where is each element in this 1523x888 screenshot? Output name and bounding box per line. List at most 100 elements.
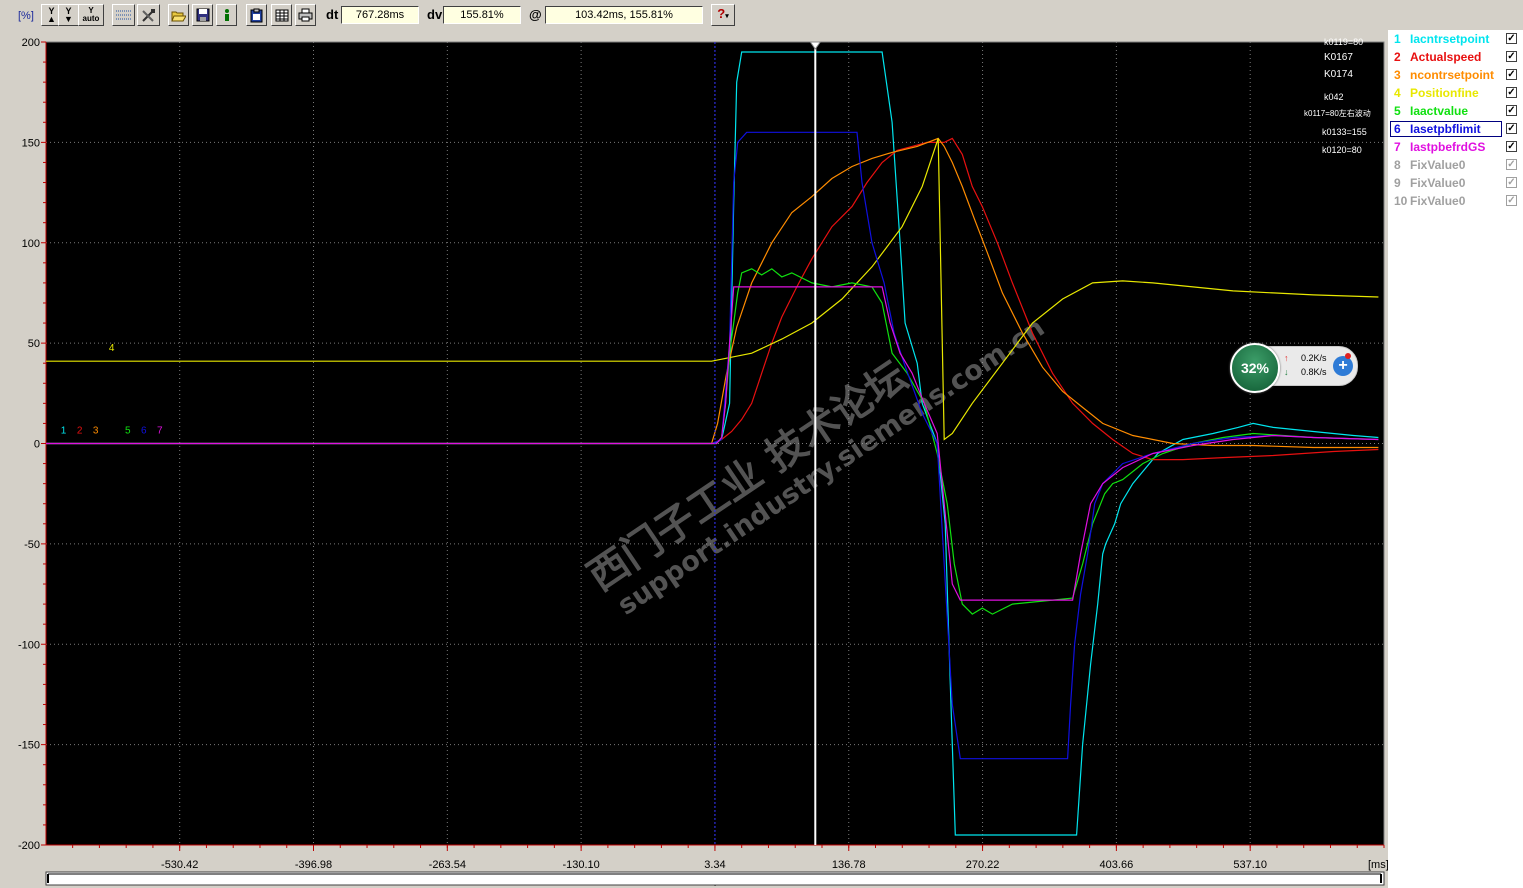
legend-name: FixValue0 xyxy=(1410,176,1466,190)
visibility-checkbox[interactable]: ✓ xyxy=(1506,195,1517,206)
visibility-checkbox[interactable]: ✓ xyxy=(1506,177,1517,188)
grid-button[interactable] xyxy=(112,4,135,26)
legend-label: 1 Iacntrsetpoint xyxy=(1394,32,1489,46)
import-button[interactable] xyxy=(246,4,267,26)
legend-label: 4 Positionfine xyxy=(1394,86,1479,100)
annotation: k0120=80 xyxy=(1322,145,1362,155)
legend-item-fixvalue0[interactable]: 10 FixValue0 ✓ xyxy=(1388,192,1523,210)
visibility-checkbox[interactable]: ✓ xyxy=(1506,69,1517,80)
upload-arrow-icon: ↑ xyxy=(1284,353,1289,363)
series-marker: 2 xyxy=(77,425,83,436)
legend-label: 9 FixValue0 xyxy=(1394,176,1465,190)
network-speed-widget[interactable]: 32% ↑ 0.2K/s ↓ 0.8K/s + xyxy=(1230,343,1358,393)
series-marker: 5 xyxy=(125,425,131,436)
visibility-checkbox[interactable]: ✓ xyxy=(1506,51,1517,62)
legend-number: 7 xyxy=(1394,140,1401,154)
legend-number: 9 xyxy=(1394,176,1401,190)
dv-label: dv xyxy=(427,7,443,22)
clipboard-icon xyxy=(250,8,263,22)
x-tick-label: 3.34 xyxy=(704,859,725,871)
visibility-checkbox[interactable]: ✓ xyxy=(1506,141,1517,152)
plot-area[interactable]: 200 150 100 50 0 -50 -100 -150 -200 -530.42 -396.… xyxy=(0,32,1390,888)
x-unit-label: [ms] xyxy=(1368,859,1389,871)
notification-dot xyxy=(1345,353,1351,359)
legend-item-iastpbefrdgs[interactable]: 7 IastpbefrdGS ✓ xyxy=(1388,138,1523,156)
plus-icon[interactable]: + xyxy=(1333,356,1353,376)
visibility-checkbox[interactable]: ✓ xyxy=(1506,105,1517,116)
legend-name: Positionfine xyxy=(1410,86,1479,100)
legend-label: 7 IastpbefrdGS xyxy=(1394,140,1485,154)
legend-item-positionfine[interactable]: 4 Positionfine ✓ xyxy=(1388,84,1523,102)
series-marker: 7 xyxy=(157,425,163,436)
legend-label: 6 Iasetpbflimit xyxy=(1394,122,1481,136)
legend-name: ncontrsetpoint xyxy=(1410,68,1494,82)
series-marker: 4 xyxy=(109,343,115,354)
legend-name: Iaactvalue xyxy=(1410,104,1469,118)
legend-name: Iacntrsetpoint xyxy=(1410,32,1490,46)
x-tick-label: 403.66 xyxy=(1100,859,1134,871)
arrow-down-icon: ▼ xyxy=(64,14,73,24)
save-button[interactable] xyxy=(192,4,213,26)
legend-number: 5 xyxy=(1394,104,1401,118)
legend-name: FixValue0 xyxy=(1410,158,1466,172)
annotation: k0133=155 xyxy=(1322,127,1367,137)
y-tick-label: -50 xyxy=(24,539,40,551)
tools-button[interactable] xyxy=(137,4,160,26)
plot-svg[interactable]: 200 150 100 50 0 -50 -100 -150 -200 -530.42 -396.… xyxy=(0,32,1390,888)
legend-label: 10 FixValue0 xyxy=(1394,194,1465,208)
table-icon xyxy=(275,9,288,21)
legend-item-actualspeed[interactable]: 2 Actualspeed ✓ xyxy=(1388,48,1523,66)
legend-item-iaactvalue[interactable]: 5 Iaactvalue ✓ xyxy=(1388,102,1523,120)
y-unit-label: [%] xyxy=(18,10,34,22)
table-button[interactable] xyxy=(271,4,292,26)
net-usage-percent: 32% xyxy=(1230,343,1280,393)
legend-number: 3 xyxy=(1394,68,1401,82)
legend-item-fixvalue0[interactable]: 8 FixValue0 ✓ xyxy=(1388,156,1523,174)
visibility-checkbox[interactable]: ✓ xyxy=(1506,87,1517,98)
legend-label: 2 Actualspeed xyxy=(1394,50,1481,64)
y-zoom-out-button[interactable]: Y ▼ xyxy=(58,4,79,26)
dv-field: 155.81% xyxy=(443,6,521,24)
y-tick-label: 100 xyxy=(22,238,40,250)
legend-name: Iasetpbflimit xyxy=(1410,122,1481,136)
legend-label: 3 ncontrsetpoint xyxy=(1394,68,1494,82)
legend-name: IastpbefrdGS xyxy=(1410,140,1486,154)
printer-icon xyxy=(298,8,313,22)
dt-label: dt xyxy=(326,7,339,22)
y-tick-label: -200 xyxy=(18,840,40,852)
open-button[interactable] xyxy=(168,4,189,26)
info-button[interactable] xyxy=(216,4,237,26)
visibility-checkbox[interactable]: ✓ xyxy=(1506,123,1517,134)
legend-name: FixValue0 xyxy=(1410,194,1466,208)
y-tick-label: 200 xyxy=(22,37,40,49)
legend-number: 4 xyxy=(1394,86,1401,100)
help-icon: ?▾ xyxy=(717,5,729,21)
annotation: K0167 xyxy=(1324,52,1353,63)
x-tick-label: 537.10 xyxy=(1233,859,1267,871)
legend-label: 5 Iaactvalue xyxy=(1394,104,1468,118)
x-tick-label: 136.78 xyxy=(832,859,866,871)
legend-label: 8 FixValue0 xyxy=(1394,158,1465,172)
y-auto-button[interactable]: Y auto xyxy=(78,4,104,26)
legend-item-iacntrsetpoint[interactable]: 1 Iacntrsetpoint ✓ xyxy=(1388,30,1523,48)
visibility-checkbox[interactable]: ✓ xyxy=(1506,159,1517,170)
time-scrollbar[interactable] xyxy=(45,871,1385,886)
legend-item-fixvalue0[interactable]: 9 FixValue0 ✓ xyxy=(1388,174,1523,192)
series-marker: 3 xyxy=(93,425,99,436)
legend-item-ncontrsetpoint[interactable]: 3 ncontrsetpoint ✓ xyxy=(1388,66,1523,84)
x-tick-label: -130.10 xyxy=(562,859,599,871)
x-tick-label: -396.98 xyxy=(295,859,332,871)
visibility-checkbox[interactable]: ✓ xyxy=(1506,33,1517,44)
print-button[interactable] xyxy=(295,4,316,26)
y-tick-label: -150 xyxy=(18,740,40,752)
help-button[interactable]: ?▾ xyxy=(711,4,735,26)
tools-icon xyxy=(142,8,155,22)
toolbar: [%] Y ▲ Y ▼ Y auto dt 767.28ms dv 155.81… xyxy=(0,0,1523,32)
legend-item-iasetpbflimit[interactable]: 6 Iasetpbflimit ✓ xyxy=(1388,120,1523,138)
legend-number: 6 xyxy=(1394,122,1401,136)
signal-legend: 1 Iacntrsetpoint ✓ 2 Actualspeed ✓ 3 ncontrsetp… xyxy=(1388,30,1523,888)
series-marker: 1 xyxy=(61,425,67,436)
legend-number: 2 xyxy=(1394,50,1401,64)
info-icon xyxy=(224,9,229,21)
annotation: k0117=80左右波动 xyxy=(1304,108,1371,118)
